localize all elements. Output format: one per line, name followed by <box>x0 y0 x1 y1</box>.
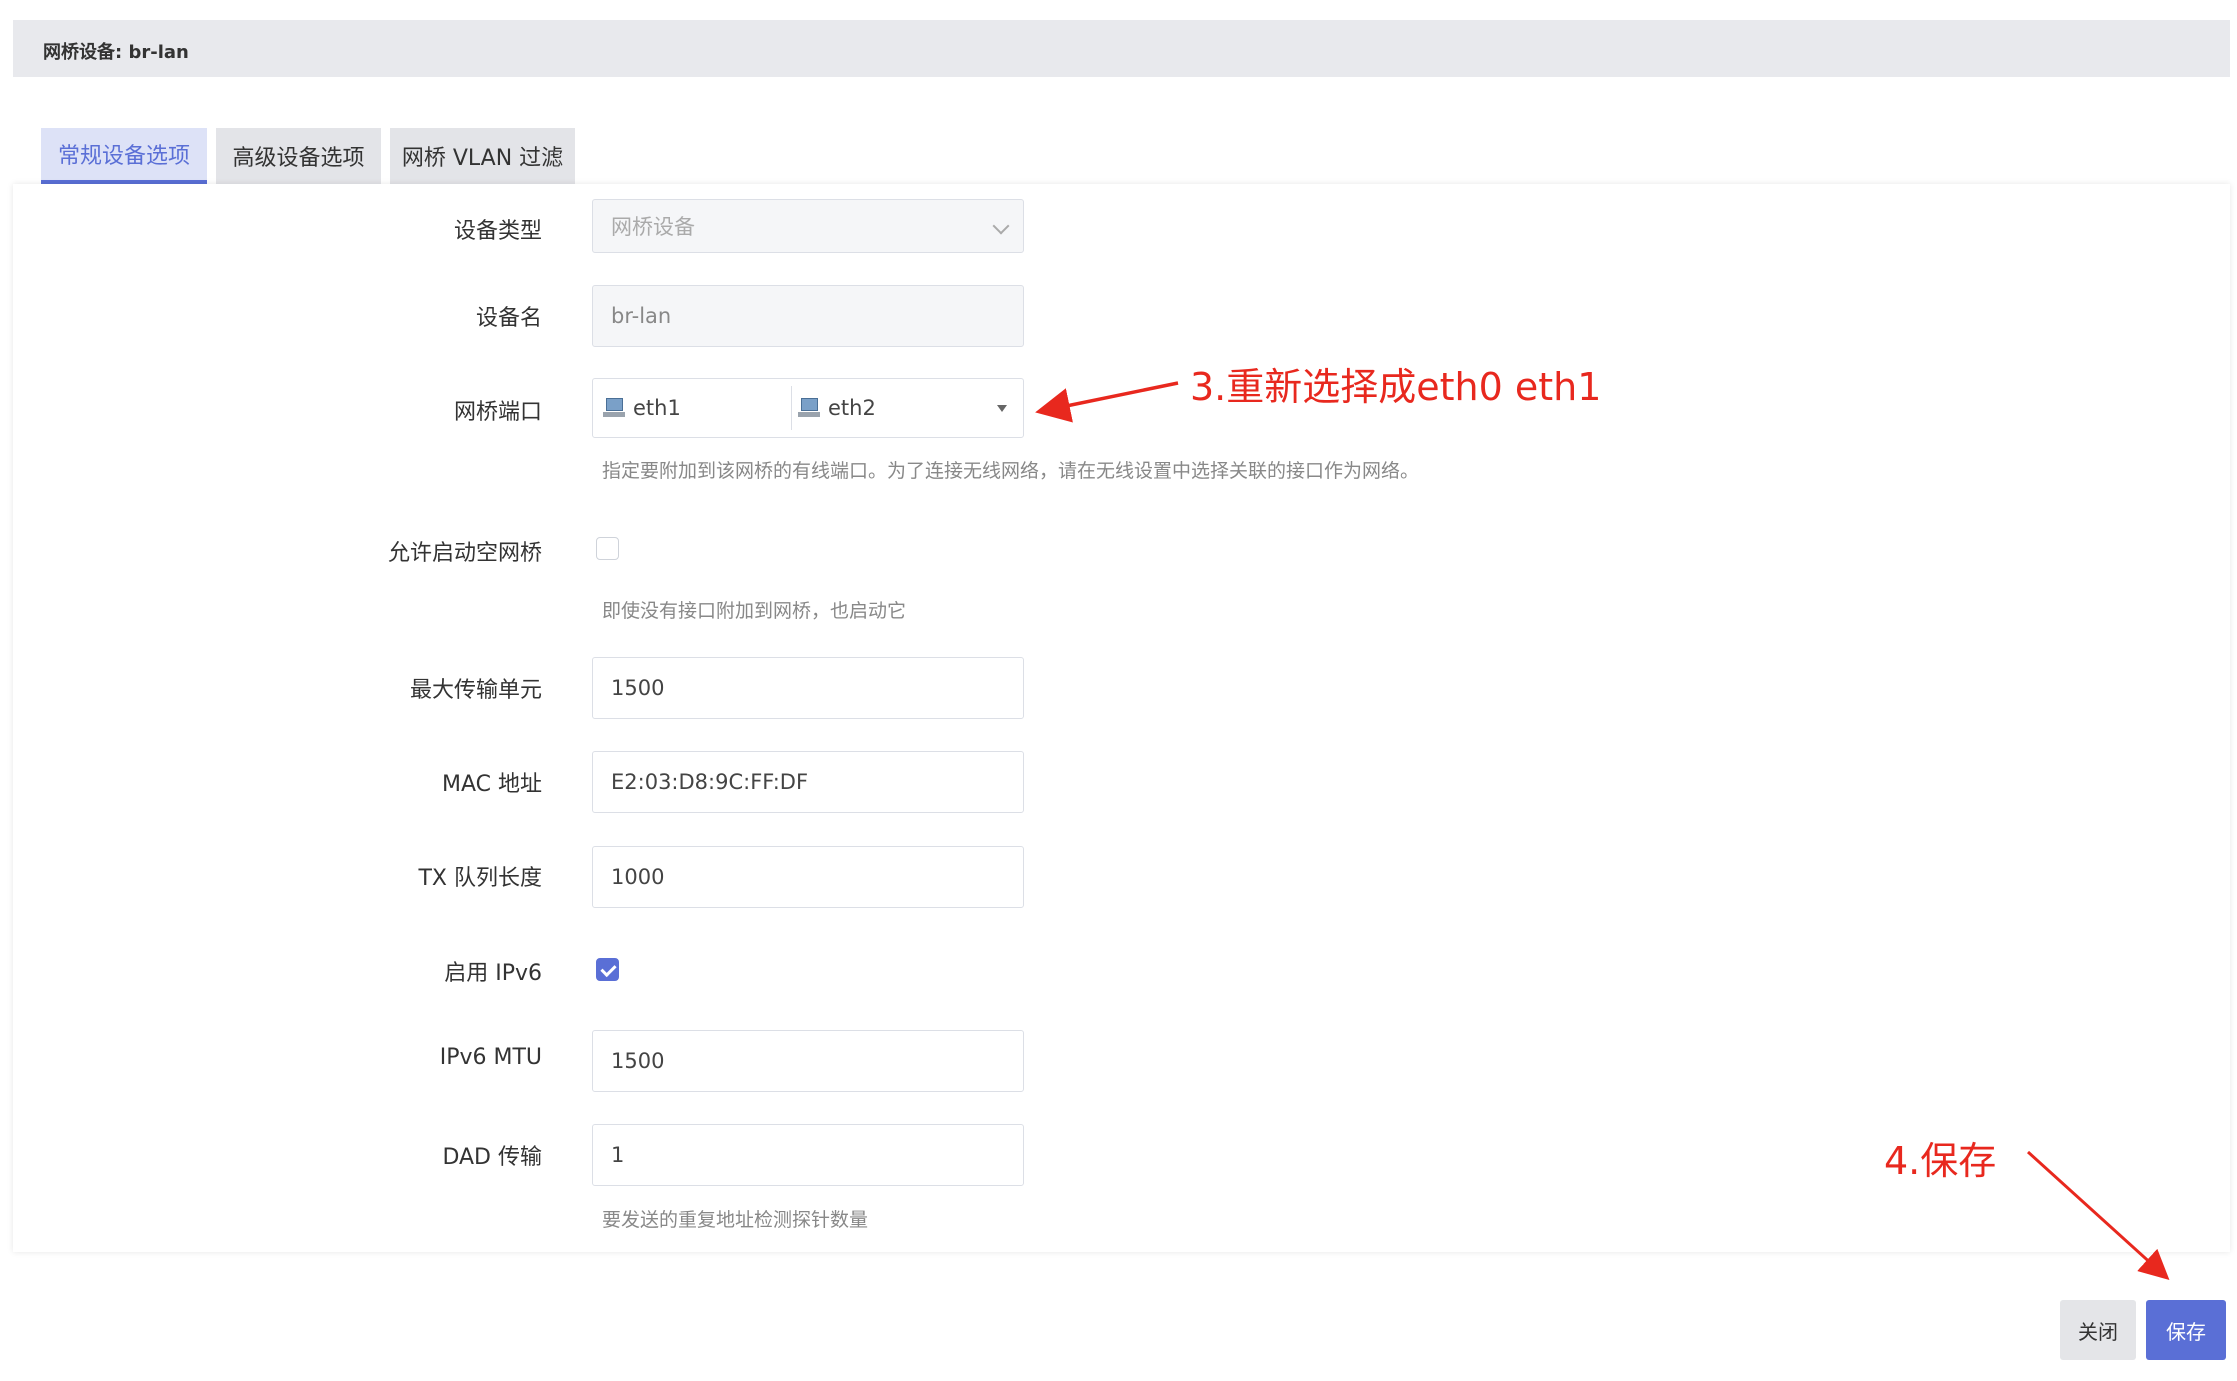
arrow-to-save <box>2026 1150 2170 1281</box>
save-button[interactable]: 保存 <box>2146 1300 2226 1360</box>
annotation-arrows <box>1035 381 2170 1281</box>
close-button[interactable]: 关闭 <box>2060 1300 2136 1360</box>
arrow-to-ports <box>1035 381 1179 423</box>
